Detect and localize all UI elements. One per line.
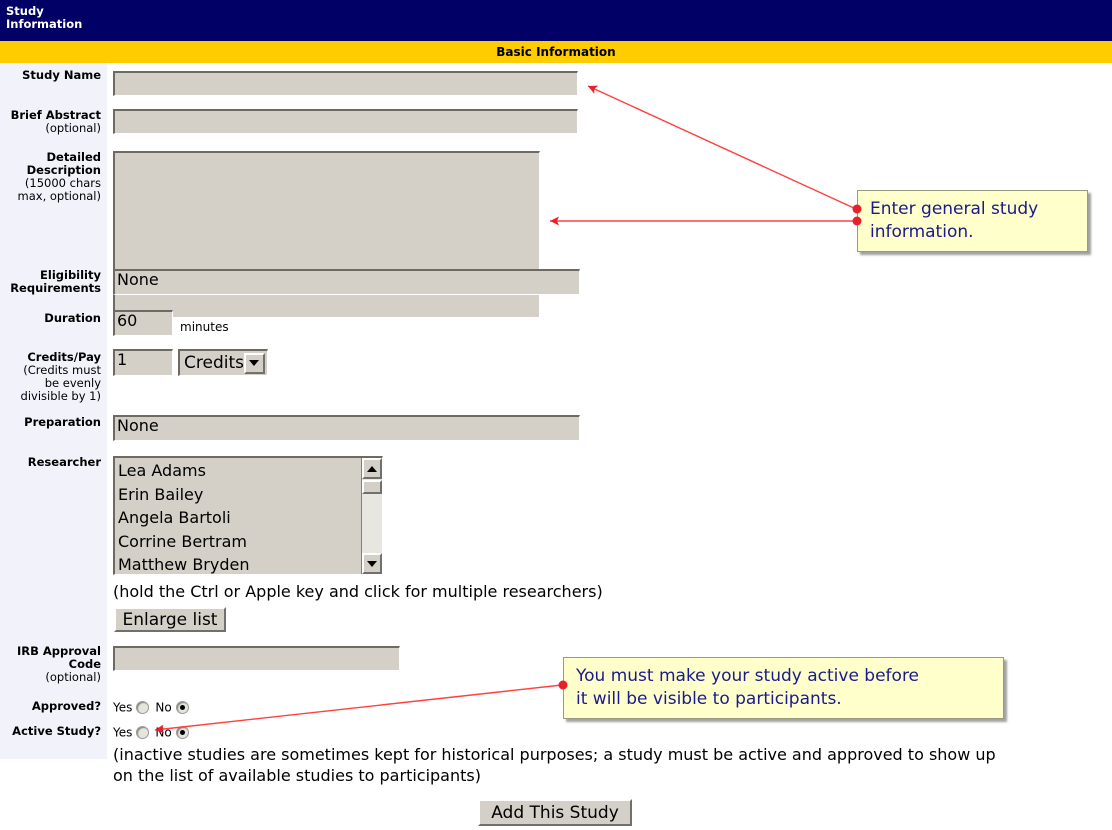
- add-this-study-button[interactable]: Add This Study: [478, 799, 632, 826]
- brief-abstract-input[interactable]: [113, 109, 578, 134]
- eligibility-requirements-input[interactable]: None: [113, 269, 580, 295]
- label-detailed-description-sub: (15000 chars max, optional): [17, 176, 101, 203]
- active-no-radio[interactable]: [175, 726, 189, 739]
- approved-yes-label: Yes: [113, 700, 133, 715]
- label-study-name: Study Name: [22, 68, 101, 82]
- approved-no-label: No: [155, 700, 172, 715]
- preparation-input[interactable]: None: [113, 415, 580, 441]
- scrollbar-thumb[interactable]: [362, 480, 382, 494]
- list-item[interactable]: Matthew Bryden: [118, 553, 361, 574]
- active-study-note: (inactive studies are sometimes kept for…: [113, 745, 996, 785]
- credits-type-value: Credits: [184, 353, 244, 373]
- label-preparation: Preparation: [24, 415, 101, 429]
- label-detailed-description-text: Detailed Description: [26, 150, 101, 177]
- researcher-options: Lea Adams Erin Bailey Angela Bartoli Cor…: [115, 458, 361, 574]
- label-credits-pay-text: Credits/Pay: [27, 350, 101, 364]
- chevron-down-icon[interactable]: [243, 352, 265, 374]
- researcher-scrollbar[interactable]: [361, 458, 382, 574]
- scroll-up-icon[interactable]: [362, 458, 382, 479]
- label-active-study: Active Study?: [12, 724, 101, 738]
- approved-no-radio[interactable]: [175, 701, 189, 714]
- study-name-input[interactable]: [113, 71, 578, 96]
- researcher-listbox[interactable]: Lea Adams Erin Bailey Angela Bartoli Cor…: [113, 456, 383, 575]
- duration-unit-label: minutes: [180, 320, 229, 334]
- active-yes-label: Yes: [113, 725, 133, 740]
- scroll-down-icon[interactable]: [362, 553, 382, 574]
- list-item[interactable]: Lea Adams: [118, 459, 361, 483]
- label-credits-pay: Credits/Pay (Credits must be evenly divis…: [0, 351, 101, 403]
- label-brief-abstract-text: Brief Abstract: [10, 108, 101, 122]
- approved-radio-group[interactable]: Yes No: [113, 700, 195, 715]
- label-approved: Approved?: [31, 699, 101, 713]
- list-item[interactable]: Corrine Bertram: [118, 530, 361, 554]
- label-irb-approval-code: IRB Approval Code (optional): [0, 645, 101, 684]
- researcher-hint: (hold the Ctrl or Apple key and click fo…: [113, 582, 603, 601]
- page-title: Study Information: [0, 0, 1112, 41]
- label-researcher: Researcher: [27, 455, 101, 469]
- duration-input[interactable]: 60: [113, 310, 173, 336]
- approved-yes-radio[interactable]: [136, 701, 150, 714]
- irb-approval-code-input[interactable]: [113, 646, 400, 671]
- label-eligibility-requirements: Eligibility Requirements: [10, 268, 101, 295]
- active-no-label: No: [155, 725, 172, 740]
- active-study-radio-group[interactable]: Yes No: [113, 725, 195, 740]
- label-irb-approval-code-sub: (optional): [45, 670, 101, 684]
- active-yes-radio[interactable]: [136, 726, 150, 739]
- label-duration: Duration: [44, 311, 101, 325]
- label-detailed-description: Detailed Description (15000 chars max, op…: [0, 151, 101, 203]
- credits-amount-input[interactable]: 1: [113, 349, 173, 376]
- callout-active-study: You must make your study active before i…: [563, 657, 1004, 719]
- label-irb-approval-code-text: IRB Approval Code: [16, 644, 101, 671]
- label-credits-pay-sub: (Credits must be evenly divisible by 1): [20, 363, 101, 403]
- label-brief-abstract: Brief Abstract (optional): [0, 109, 101, 135]
- label-brief-abstract-sub: (optional): [45, 121, 101, 135]
- section-header-basic-information: Basic Information: [0, 41, 1112, 63]
- enlarge-list-button[interactable]: Enlarge list: [114, 607, 226, 632]
- callout-general-study-info: Enter general study information.: [857, 190, 1088, 252]
- list-item[interactable]: Angela Bartoli: [118, 506, 361, 530]
- list-item[interactable]: Erin Bailey: [118, 483, 361, 507]
- credits-type-select[interactable]: Credits: [178, 349, 268, 376]
